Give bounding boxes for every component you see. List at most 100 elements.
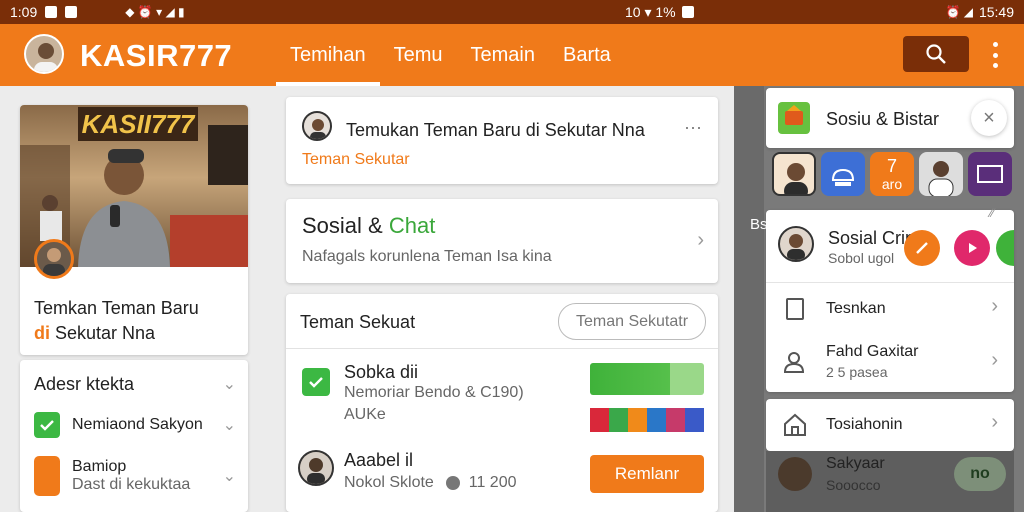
- edit-icon[interactable]: [904, 230, 940, 266]
- app-icon: [778, 102, 810, 134]
- menu-item-sub: 2 5 pasea: [826, 364, 888, 380]
- friend-detail: Nemoriar Bendo & C190): [344, 384, 524, 401]
- friends-header: Teman Sekuat: [300, 312, 416, 332]
- chip-number-value: 7: [886, 156, 897, 176]
- menu-item-label: Fahd Gaxitar: [826, 343, 919, 360]
- social-title-accent: Chat: [388, 213, 436, 238]
- chip-person[interactable]: [919, 152, 963, 196]
- tab-bar: Temihan Temu Temain Barta: [276, 24, 625, 86]
- check-icon: [302, 368, 330, 396]
- find-friends-button[interactable]: Teman Sekutatr: [558, 303, 706, 340]
- bottom-badge[interactable]: no: [954, 457, 1006, 491]
- list-item[interactable]: Nemiaond Sakyon ⌄: [34, 410, 262, 440]
- home-icon: [784, 413, 806, 436]
- progress-bar: [590, 363, 704, 395]
- search-icon: [926, 44, 946, 64]
- call-icon[interactable]: [996, 230, 1014, 266]
- game-icon: [34, 456, 60, 496]
- menu-avatar: [778, 226, 814, 262]
- close-icon[interactable]: ×: [971, 100, 1007, 136]
- settings-label: Tosiahonin: [826, 416, 903, 433]
- list-item-title: Bamiop: [72, 458, 127, 475]
- tab-temain[interactable]: Temain: [457, 24, 549, 86]
- friend-points: 11 200: [468, 474, 517, 491]
- post-card[interactable]: Temukan Teman Baru di Sekutar Nna Teman …: [286, 97, 718, 184]
- sosiu-title: Sosiu & Bistar: [826, 109, 940, 129]
- bottom-avatar: [778, 457, 812, 491]
- nearby-card[interactable]: KASII777 Temkan Teman Baru di Sekutar Nn…: [20, 105, 248, 355]
- card-title-line2: Sekutar Nna: [55, 323, 156, 343]
- list-item-title: Nemiaond Sakyon: [72, 416, 203, 433]
- chevron-down-icon: ⌄: [222, 417, 236, 434]
- list-header-row[interactable]: Adesr ktekta ⌄: [34, 372, 262, 396]
- settings-card[interactable]: Tosiahonin ›: [766, 399, 1014, 451]
- side-label: Bs: [750, 216, 768, 233]
- battery-icon: [681, 6, 694, 18]
- tab-temihan[interactable]: Temihan: [276, 24, 380, 86]
- user-icon: [783, 352, 805, 373]
- social-title: Sosial & Chat: [302, 213, 435, 239]
- list-item-subtitle: Dast di kekuktaa: [72, 476, 191, 493]
- menu-profile[interactable]: Sosial Crin Sobol ugol ⁄⁄: [766, 206, 1014, 282]
- more-menu-button[interactable]: [990, 42, 1000, 68]
- menu-item[interactable]: Fahd Gaxitar 2 5 pasea ›: [766, 333, 1014, 392]
- chip-number[interactable]: 7 aro: [870, 152, 914, 196]
- tab-temu[interactable]: Temu: [380, 24, 457, 86]
- menu-item[interactable]: Tesnkan ›: [766, 283, 1014, 333]
- profile-menu: Sosial Crin Sobol ugol ⁄⁄ Tesnkan › Fahd…: [766, 206, 1014, 392]
- list-item[interactable]: Bamiop Dast di kekuktaa ⌄: [34, 454, 262, 498]
- play-icon[interactable]: [954, 230, 990, 266]
- alarm-icon: ⏰ ◢: [945, 5, 973, 19]
- bottom-list-item[interactable]: Sakyaar Sooocco no: [766, 451, 1014, 512]
- tab-barta[interactable]: Barta: [549, 24, 625, 86]
- friend-name: Aaabel il: [344, 450, 414, 470]
- status-left: 1:09 ◆ ⏰ ▾ ◢ ▮: [10, 4, 185, 20]
- chevron-down-icon: ⌄: [222, 468, 236, 485]
- status-time-left: 1:09: [10, 4, 38, 20]
- social-title-main: Sosial &: [302, 213, 383, 238]
- activity-list: Adesr ktekta ⌄ Nemiaond Sakyon ⌄ Bamiop …: [20, 360, 248, 512]
- friend-row[interactable]: Aaabel il Nokol Sklote 11 200 Remlanr: [286, 442, 718, 512]
- menu-profile-name: Sosial Crin: [828, 228, 916, 248]
- status-mid: 10 ▾ 1%: [625, 4, 694, 21]
- chip-number-label: aro: [881, 176, 903, 192]
- friend-row[interactable]: Sobka dii Nemoriar Bendo & C190) AUKe: [286, 356, 718, 432]
- profile-avatar[interactable]: [24, 34, 64, 74]
- card-title-highlight: di: [34, 323, 50, 343]
- image-icon: [45, 6, 58, 18]
- post-avatar: [302, 111, 332, 141]
- post-title: Temukan Teman Baru di Sekutar Nna: [346, 120, 645, 140]
- status-time-right: 15:49: [978, 4, 1014, 20]
- list-header: Adesr ktekta: [34, 373, 135, 394]
- drag-handle-icon[interactable]: ⁄⁄: [990, 206, 994, 220]
- chevron-right-icon: ›: [991, 349, 998, 371]
- status-bar: 1:09 ◆ ⏰ ▾ ◢ ▮ 10 ▾ 1% ⏰ ◢ 15:49: [0, 0, 1024, 24]
- brand-logo: KASIR777: [80, 38, 233, 73]
- post-subtitle: Teman Sekutar: [302, 151, 410, 168]
- search-button[interactable]: [903, 36, 969, 72]
- friend-name: Sobka dii: [344, 362, 419, 382]
- social-chat-card[interactable]: Sosial & Chat Nafagals korunlena Teman I…: [286, 199, 718, 283]
- friend-detail-text: Nokol Sklote: [344, 474, 434, 491]
- add-friend-button[interactable]: Remlanr: [590, 455, 704, 493]
- friend-detail: Nokol Sklote 11 200: [344, 474, 516, 492]
- signal-icon: ◆ ⏰ ▾ ◢ ▮: [125, 5, 185, 19]
- chevron-down-icon: ⌄: [222, 376, 236, 393]
- chevron-right-icon: ›: [991, 411, 998, 433]
- chevron-right-icon: ›: [697, 229, 704, 251]
- chip-cloud[interactable]: [821, 152, 865, 196]
- social-subtitle: Nafagals korunlena Teman Isa kina: [302, 248, 552, 265]
- side-strip: [734, 86, 764, 512]
- coin-icon: [446, 475, 461, 490]
- chevron-right-icon: ›: [991, 295, 998, 317]
- sosiu-card[interactable]: Sosiu & Bistar ×: [766, 88, 1014, 148]
- card-title: Temkan Teman Baru di Sekutar Nna: [34, 296, 234, 346]
- card-title-line1: Temkan Teman Baru: [34, 298, 199, 318]
- check-icon: [34, 412, 60, 438]
- app-bar: KASIR777 Temihan Temu Temain Barta: [0, 24, 1024, 86]
- chip-purple[interactable]: [968, 152, 1012, 196]
- chip-avatar[interactable]: [772, 152, 816, 196]
- menu-item-label: Tesnkan: [826, 300, 886, 317]
- more-icon[interactable]: ···: [684, 117, 702, 138]
- bottom-name: Sakyaar: [826, 455, 885, 472]
